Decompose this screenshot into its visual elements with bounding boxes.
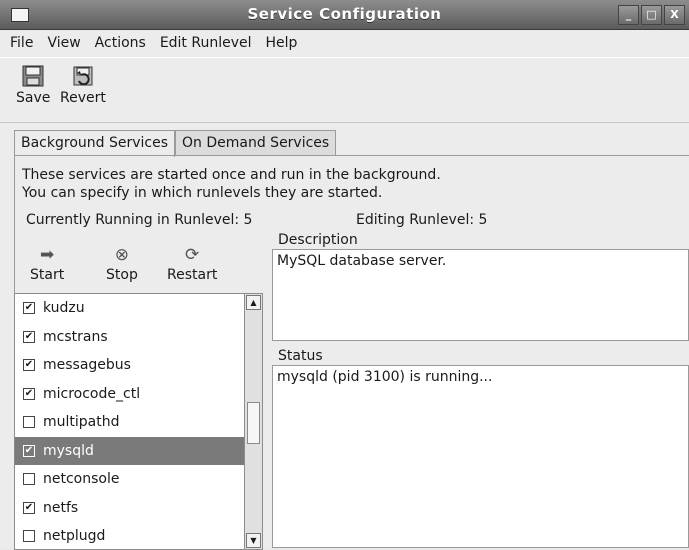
service-name: netfs	[43, 499, 79, 516]
service-checkbox[interactable]	[23, 530, 35, 542]
service-row[interactable]: ✔ kudzu	[15, 294, 244, 322]
service-checkbox[interactable]: ✔	[23, 302, 35, 314]
window-buttons: _ □ X	[618, 5, 685, 25]
stop-button[interactable]: ⊗ Stop	[106, 246, 138, 283]
menu-help[interactable]: Help	[259, 35, 305, 51]
menu-file[interactable]: File	[0, 35, 40, 51]
tab-on-demand-services[interactable]: On Demand Services	[175, 130, 337, 156]
service-row[interactable]: ✔ mysqld	[15, 436, 244, 465]
service-checkbox[interactable]: ✔	[23, 501, 35, 514]
description-label: Description	[278, 232, 358, 248]
service-row[interactable]: netconsole	[15, 465, 244, 493]
service-row[interactable]: ✔ microcode_ctl	[15, 380, 244, 408]
service-row[interactable]: ✔ messagebus	[15, 351, 244, 379]
service-checkbox[interactable]: ✔	[23, 330, 35, 343]
editing-runlevel: Editing Runlevel: 5	[356, 212, 488, 228]
description-box: MySQL database server.	[272, 249, 689, 341]
tab-on-demand-services-label: On Demand Services	[182, 135, 330, 151]
service-checkbox[interactable]	[23, 416, 35, 428]
service-name: kudzu	[43, 300, 85, 316]
revert-button[interactable]: Revert	[60, 64, 106, 106]
service-row[interactable]: netplugd	[15, 522, 244, 549]
service-list-scrollbar[interactable]: ▲ ▼	[244, 293, 263, 550]
scroll-up-icon[interactable]: ▲	[246, 295, 261, 310]
menu-actions[interactable]: Actions	[88, 35, 153, 51]
stop-icon: ⊗	[114, 245, 130, 265]
revert-label: Revert	[60, 90, 106, 106]
save-label: Save	[16, 90, 51, 106]
current-runlevel: Currently Running in Runlevel: 5	[26, 212, 253, 228]
service-row[interactable]: multipathd	[15, 408, 244, 436]
pane-divider[interactable]	[268, 341, 689, 347]
service-checkbox[interactable]: ✔	[23, 359, 35, 371]
intro-line-1: These services are started once and run …	[22, 167, 441, 183]
menu-view[interactable]: View	[40, 35, 87, 51]
tab-bar: Background Services On Demand Services	[14, 130, 337, 157]
revert-icon	[73, 66, 93, 86]
restart-button[interactable]: ⟳ Restart	[167, 246, 217, 283]
service-list[interactable]: ✔ kudzu ✔ mcstrans ✔ messagebus ✔ microcode_ctl…	[14, 293, 245, 550]
service-name: multipathd	[43, 414, 120, 430]
start-arrow-icon: ➡	[39, 245, 55, 265]
status-text: mysqld (pid 3100) is running...	[277, 369, 493, 385]
restart-label: Restart	[167, 267, 218, 283]
save-icon	[22, 65, 44, 87]
save-button[interactable]: Save	[16, 64, 50, 106]
service-checkbox[interactable]	[23, 473, 35, 485]
service-name: microcode_ctl	[43, 385, 141, 402]
service-checkbox[interactable]: ✔	[23, 444, 35, 457]
tab-background-services[interactable]: Background Services	[14, 130, 176, 157]
start-button[interactable]: ➡ Start	[30, 246, 64, 283]
menu-edit-runlevel[interactable]: Edit Runlevel	[153, 35, 259, 51]
service-name: mcstrans	[43, 328, 108, 345]
close-icon[interactable]: X	[664, 5, 685, 25]
intro-line-2: You can specify in which runlevels they …	[22, 185, 383, 201]
start-label: Start	[30, 267, 65, 283]
window-title: Service Configuration	[247, 5, 442, 23]
service-name: netplugd	[43, 528, 106, 544]
tab-background-services-label: Background Services	[21, 135, 169, 151]
scroll-down-icon[interactable]: ▼	[246, 533, 261, 548]
service-checkbox[interactable]: ✔	[23, 387, 35, 400]
restart-icon: ⟳	[185, 245, 200, 265]
scroll-thumb[interactable]	[247, 402, 260, 444]
intro-text: These services are started once and run …	[22, 166, 441, 202]
description-text: MySQL database server.	[277, 253, 447, 269]
service-name: messagebus	[43, 357, 131, 373]
toolbar: Save Revert	[0, 57, 689, 123]
minimize-icon[interactable]: _	[618, 5, 639, 25]
stop-label: Stop	[106, 267, 138, 283]
service-name: mysqld	[43, 442, 94, 459]
service-row[interactable]: ✔ netfs	[15, 494, 244, 522]
status-box: mysqld (pid 3100) is running...	[272, 365, 689, 548]
maximize-icon[interactable]: □	[641, 5, 662, 25]
service-name: netconsole	[43, 471, 120, 487]
title-bar[interactable]: Service Configuration _ □ X	[0, 0, 689, 30]
menu-bar: File View Actions Edit Runlevel Help	[0, 30, 689, 56]
status-label: Status	[278, 348, 323, 364]
service-row[interactable]: ✔ mcstrans	[15, 323, 244, 351]
service-configuration-window: Service Configuration _ □ X File View Ac…	[0, 0, 689, 550]
